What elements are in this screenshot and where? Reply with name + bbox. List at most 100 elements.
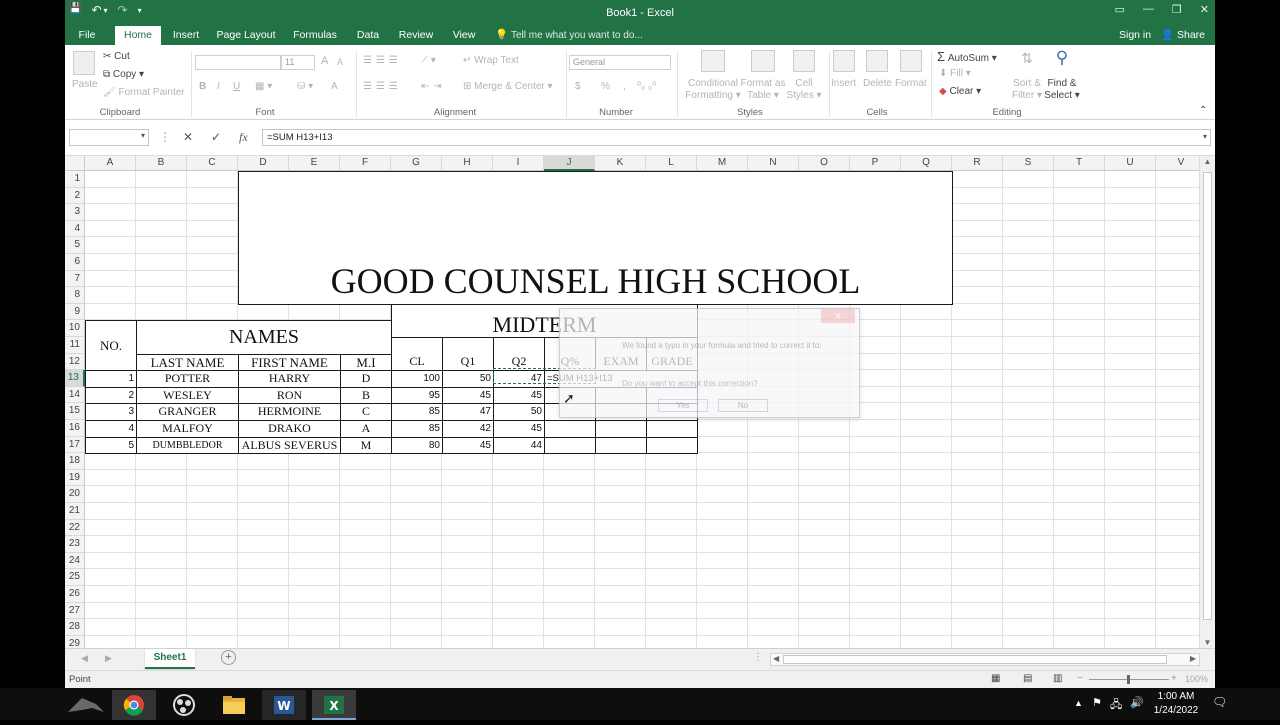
- row-header-16[interactable]: 16: [65, 420, 85, 437]
- column-header-t[interactable]: T: [1054, 156, 1105, 171]
- format-cells-button[interactable]: Format: [895, 78, 927, 89]
- format-as-table-button[interactable]: Format as Table ▾: [737, 78, 789, 102]
- delete-cells-button[interactable]: Delete: [863, 78, 892, 89]
- student-last-name-cell[interactable]: WESLEY: [136, 386, 239, 405]
- row-header-12[interactable]: 12: [65, 353, 85, 371]
- row-header-26[interactable]: 26: [65, 586, 85, 603]
- shrink-font-icon[interactable]: A: [337, 57, 343, 67]
- q1-header[interactable]: Q1: [442, 337, 494, 372]
- row-header-28[interactable]: 28: [65, 619, 85, 636]
- tab-page-layout[interactable]: Page Layout: [215, 26, 277, 45]
- student-no-cell[interactable]: 2: [85, 386, 137, 405]
- row-header-10[interactable]: 10: [65, 320, 85, 337]
- format-as-table-icon[interactable]: [751, 50, 775, 72]
- clear-button[interactable]: ◆ Clear ▾: [939, 86, 981, 97]
- dialog-no-button[interactable]: No: [718, 399, 768, 412]
- row-header-29[interactable]: 29: [65, 635, 85, 648]
- student-q1-cell[interactable]: 47: [442, 403, 494, 421]
- row-header-19[interactable]: 19: [65, 469, 85, 487]
- scroll-down-icon[interactable]: ▼: [1200, 638, 1215, 647]
- select-all-corner[interactable]: [65, 156, 85, 171]
- column-header-j[interactable]: J: [544, 156, 595, 171]
- column-header-h[interactable]: H: [442, 156, 493, 171]
- student-last-name-cell[interactable]: GRANGER: [136, 403, 239, 421]
- column-header-a[interactable]: A: [85, 156, 136, 171]
- student-exam-cell[interactable]: [595, 436, 647, 455]
- tab-review[interactable]: Review: [396, 26, 436, 45]
- chevron-down-icon[interactable]: ▾: [141, 131, 145, 140]
- underline-button[interactable]: U: [233, 81, 240, 92]
- wrap-text-button[interactable]: ↵ Wrap Text: [463, 55, 519, 66]
- sign-in-link[interactable]: Sign in: [1119, 26, 1151, 44]
- student-mi-cell[interactable]: M: [340, 436, 392, 455]
- grow-font-icon[interactable]: A: [321, 55, 328, 67]
- student-first-name-cell[interactable]: ALBUS SEVERUS: [238, 436, 341, 455]
- chrome-icon[interactable]: [112, 690, 156, 720]
- word-icon[interactable]: W: [262, 690, 306, 720]
- column-header-n[interactable]: N: [748, 156, 799, 171]
- row-header-4[interactable]: 4: [65, 220, 85, 238]
- student-mi-cell[interactable]: A: [340, 420, 392, 438]
- tray-expand-icon[interactable]: ▲: [1074, 698, 1083, 708]
- rog-logo[interactable]: [64, 690, 108, 720]
- student-mi-cell[interactable]: D: [340, 370, 392, 388]
- cell-styles-icon[interactable]: [793, 50, 815, 72]
- tab-formulas[interactable]: Formulas: [291, 26, 339, 45]
- restore-button[interactable]: ❐: [1172, 3, 1182, 16]
- scroll-thumb[interactable]: [1203, 172, 1212, 620]
- scroll-left-icon[interactable]: ◀: [773, 654, 779, 663]
- row-header-22[interactable]: 22: [65, 519, 85, 537]
- insert-cells-button[interactable]: Insert: [831, 78, 856, 89]
- column-header-s[interactable]: S: [1003, 156, 1054, 171]
- student-no-cell[interactable]: 4: [85, 420, 137, 438]
- student-last-name-cell[interactable]: MALFOY: [136, 420, 239, 438]
- student-grade-cell[interactable]: [646, 420, 698, 438]
- format-painter-button[interactable]: 🖌 Format Painter: [103, 87, 185, 98]
- column-header-q[interactable]: Q: [901, 156, 952, 171]
- tab-home[interactable]: Home: [115, 26, 161, 45]
- vertical-scrollbar[interactable]: ▲ ▼: [1199, 156, 1215, 648]
- row-header-9[interactable]: 9: [65, 303, 85, 321]
- name-box[interactable]: ▾: [69, 129, 149, 146]
- sheet-tab-sheet1[interactable]: Sheet1: [145, 649, 195, 669]
- row-header-20[interactable]: 20: [65, 486, 85, 503]
- row-header-8[interactable]: 8: [65, 287, 85, 304]
- comma-button[interactable]: ,: [623, 81, 626, 92]
- clock-date[interactable]: 1/24/2022: [1150, 705, 1202, 716]
- horizontal-align-icons[interactable]: ☰☰☰: [363, 81, 402, 92]
- student-q2-cell[interactable]: 45: [493, 420, 545, 438]
- column-header-d[interactable]: D: [238, 156, 289, 171]
- fill-button[interactable]: ⬇ Fill ▾: [939, 68, 971, 79]
- scroll-up-icon[interactable]: ▲: [1200, 157, 1215, 166]
- student-cl-cell[interactable]: 100: [391, 370, 443, 388]
- scroll-sheets-left-icon[interactable]: ◀: [81, 653, 88, 664]
- conditional-formatting-icon[interactable]: [701, 50, 725, 72]
- new-sheet-button[interactable]: +: [221, 650, 236, 665]
- q2-header[interactable]: Q2: [493, 337, 545, 372]
- row-header-21[interactable]: 21: [65, 503, 85, 520]
- last-name-header[interactable]: LAST NAME: [136, 353, 239, 372]
- page-break-view-icon[interactable]: ▥: [1053, 673, 1062, 684]
- student-grade-cell[interactable]: [646, 436, 698, 455]
- insert-function-icon[interactable]: fx: [239, 130, 248, 145]
- find-icon[interactable]: ⚲: [1047, 48, 1077, 68]
- close-button[interactable]: ✕: [1200, 3, 1209, 16]
- font-name-box[interactable]: [195, 55, 281, 70]
- tab-view[interactable]: View: [449, 26, 479, 45]
- column-header-c[interactable]: C: [187, 156, 238, 171]
- tab-file[interactable]: File: [71, 26, 103, 45]
- row-header-6[interactable]: 6: [65, 254, 85, 271]
- scroll-right-icon[interactable]: ▶: [1190, 654, 1196, 663]
- student-qpct-cell[interactable]: [544, 436, 596, 455]
- student-q2-cell[interactable]: 44: [493, 436, 545, 455]
- student-cl-cell[interactable]: 85: [391, 420, 443, 438]
- student-first-name-cell[interactable]: HERMOINE: [238, 403, 341, 421]
- percent-button[interactable]: %: [601, 81, 610, 92]
- column-header-l[interactable]: L: [646, 156, 697, 171]
- indent-icons[interactable]: ⇤⇥: [421, 81, 446, 92]
- delete-cells-icon[interactable]: [866, 50, 888, 72]
- cut-button[interactable]: ✂ Cut: [103, 51, 130, 62]
- excel-icon[interactable]: X: [312, 690, 356, 720]
- format-cells-icon[interactable]: [900, 50, 922, 72]
- row-header-7[interactable]: 7: [65, 270, 85, 288]
